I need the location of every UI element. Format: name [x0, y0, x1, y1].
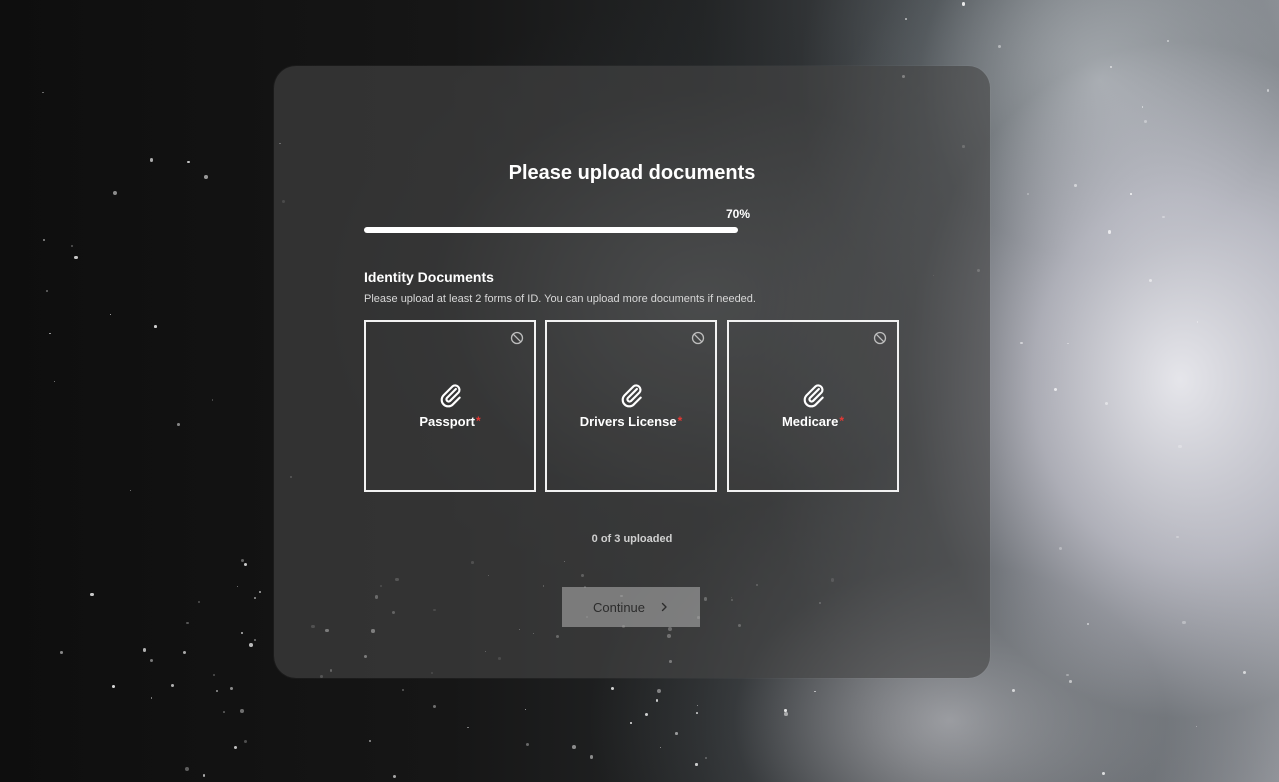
required-marker: * [677, 414, 683, 428]
medicare-upload-box[interactable]: Medicare* [727, 320, 899, 492]
spray-dot [1266, 89, 1270, 92]
page-title: Please upload documents [508, 162, 756, 184]
spray-dot [197, 600, 200, 603]
spray-dot [675, 732, 678, 735]
continue-label: Continue [592, 599, 646, 615]
spray-dot [1101, 772, 1105, 776]
spray-dot [1177, 444, 1182, 449]
spray-dot [656, 689, 661, 694]
paperclip-icon [803, 384, 824, 408]
spray-dot [610, 686, 614, 690]
spray-dot [243, 739, 247, 743]
spray-dot [1068, 680, 1072, 684]
paperclip-icon [440, 384, 461, 408]
spray-dot [249, 643, 253, 647]
spray-dot [254, 639, 256, 641]
spray-dot [187, 160, 190, 163]
spray-dot [1066, 673, 1069, 677]
spray-dot [784, 711, 788, 716]
spray-dot [213, 674, 216, 677]
spray-dot [655, 699, 658, 702]
continue-button[interactable]: Continue [562, 587, 700, 627]
spray-dot [572, 744, 576, 749]
spray-dot [240, 558, 244, 562]
spray-dot [113, 190, 117, 195]
passport-upload-box[interactable]: Passport* [364, 320, 536, 492]
spray-dot [1107, 230, 1112, 234]
spray-dot [129, 489, 131, 492]
spray-dot [696, 712, 698, 715]
spray-dot [467, 726, 469, 728]
spray-dot [695, 763, 698, 766]
medicare-label-text: Medicare [781, 414, 839, 429]
blocked-icon [873, 331, 887, 345]
section-title: Identity Documents [364, 269, 494, 285]
blocked-icon [510, 331, 524, 345]
spray-dot [170, 684, 174, 688]
upload-card: Please upload documents 70% Identity Doc… [274, 66, 990, 678]
spray-dot [154, 325, 157, 328]
spray-dot [630, 722, 632, 724]
progress-percent: 70% [725, 207, 750, 221]
drivers-license-upload-box[interactable]: Drivers License* [545, 320, 717, 492]
section-description: Please upload at least 2 forms of ID. Yo… [364, 293, 756, 305]
spray-dot [1148, 278, 1152, 282]
spray-dot [43, 239, 45, 241]
spray-dot [1161, 215, 1165, 219]
spray-dot [74, 255, 78, 260]
required-marker: * [475, 414, 481, 428]
blocked-icon [691, 331, 705, 345]
spray-dot [177, 422, 180, 426]
spray-dot [149, 158, 154, 162]
spray-dot [1058, 546, 1062, 550]
spray-dot [705, 757, 708, 759]
spray-dot [1074, 184, 1077, 187]
progress-fill [364, 227, 738, 233]
spray-dot [1182, 620, 1186, 624]
medicare-label: Medicare* [729, 414, 897, 429]
passport-label: Passport* [366, 414, 534, 429]
progress-bar [364, 227, 898, 233]
drivers-license-label: Drivers License* [547, 414, 715, 429]
paperclip-icon [621, 384, 642, 408]
spray-dot [1141, 106, 1144, 108]
spray-dot [696, 704, 699, 706]
drivers-license-label-text: Drivers License [579, 414, 677, 429]
spray-dot [185, 766, 189, 771]
required-marker: * [839, 414, 845, 428]
spray-dot [259, 590, 262, 593]
spray-dot [211, 399, 214, 401]
passport-label-text: Passport [419, 414, 475, 429]
spray-dot [253, 596, 256, 599]
upload-count: 0 of 3 uploaded [591, 533, 673, 545]
spray-dot [223, 711, 225, 713]
spray-dot [150, 697, 152, 699]
spray-dot [905, 18, 907, 20]
spray-dot [243, 562, 247, 567]
spray-dot [1110, 66, 1112, 68]
chevron-right-icon [661, 602, 667, 612]
spray-dot [90, 592, 94, 596]
spray-dot [186, 621, 189, 624]
spray-dot [143, 648, 147, 652]
spray-dot [109, 313, 111, 315]
spray-dot [111, 684, 115, 688]
